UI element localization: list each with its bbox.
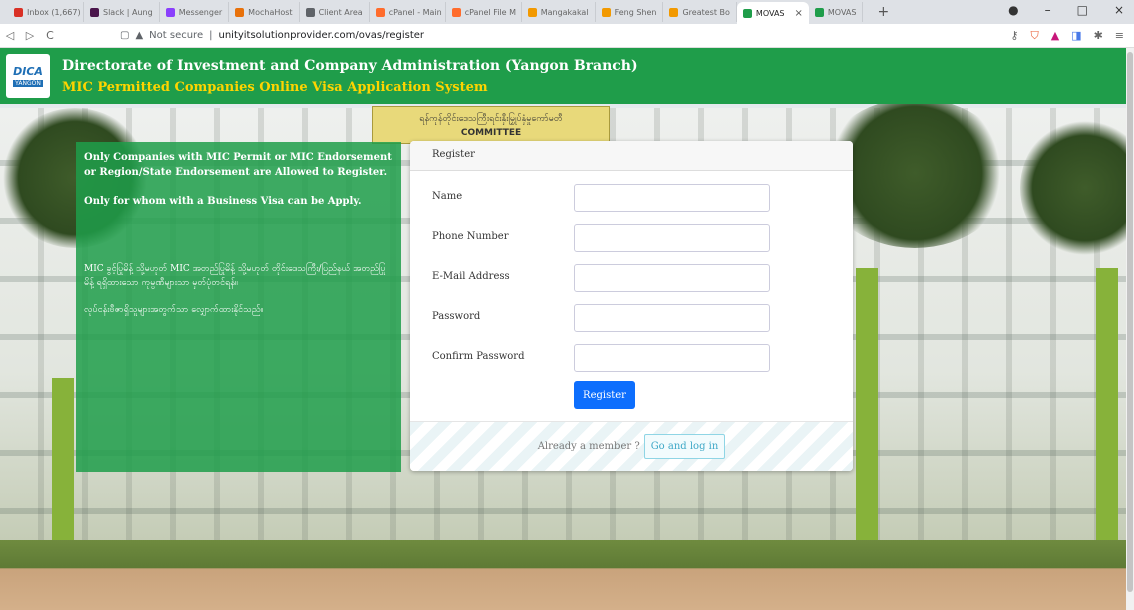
favicon-icon — [814, 7, 824, 17]
warning-icon: ▲ — [135, 30, 144, 41]
ground — [0, 540, 1134, 610]
favicon-icon — [669, 7, 679, 17]
card-footer: Already a member ? Go and log in — [410, 421, 853, 471]
browser-tab[interactable]: cPanel - Main — [370, 2, 446, 22]
building-sign: ရန်ကုန်တိုင်းဒေသကြီးရင်းနှီးမြှုပ်နှံမှု… — [372, 106, 610, 144]
brave-shield-icon[interactable]: ⛉ — [1030, 29, 1038, 43]
extension-icon[interactable]: ◨ — [1071, 29, 1081, 43]
password-label: Password — [432, 311, 481, 322]
email-input[interactable] — [574, 264, 770, 292]
phone-input[interactable] — [574, 224, 770, 252]
form-row-name: Name — [410, 177, 853, 217]
password-input[interactable] — [574, 304, 770, 332]
favicon-icon — [375, 7, 385, 17]
browser-tab[interactable]: Feng Shen — [596, 2, 664, 22]
browser-tab[interactable]: MochaHost — [229, 2, 300, 22]
already-member-text: Already a member ? — [537, 441, 640, 452]
site-header: DICA YANGON Directorate of Investment an… — [0, 48, 1134, 104]
menu-icon[interactable]: ≡ — [1115, 29, 1124, 43]
info-text: Only for whom with a Business Visa can b… — [84, 196, 362, 207]
info-text-mm: MIC ခွင့်ပြုမိန့် သို့မဟုတ် MIC အတည်ပြုမ… — [84, 264, 386, 288]
bookmark-icon[interactable]: ▢ — [120, 30, 129, 41]
favicon-icon — [451, 7, 461, 17]
security-label: Not secure — [149, 30, 204, 41]
omnibox[interactable]: ▢ ▲ Not secure | unityitsolutionprovider… — [120, 30, 880, 41]
toolbar-icons: ⚷ ⛉ ▲ ◨ ✱ ≡ — [1010, 29, 1124, 43]
profile-icon[interactable]: ● — [1008, 3, 1018, 17]
browser-tab[interactable]: Greatest Bo — [663, 2, 737, 22]
address-bar: ◁ ▷ C ▢ ▲ Not secure | unityitsolutionpr… — [0, 24, 1134, 48]
browser-tab[interactable]: Messenger — [160, 2, 230, 22]
favicon-icon — [742, 8, 752, 18]
url-text: unityitsolutionprovider.com/ovas/registe… — [218, 30, 425, 41]
browser-tab[interactable]: MOVAS — [809, 2, 864, 22]
maximize-icon[interactable]: □ — [1077, 3, 1088, 17]
minimize-icon[interactable]: – — [1045, 3, 1051, 17]
building-pillar — [1096, 268, 1118, 548]
name-label: Name — [432, 191, 463, 202]
form-row-phone: Phone Number — [410, 217, 853, 257]
scrollbar-thumb[interactable] — [1127, 52, 1133, 592]
register-card: Register Name Phone Number E-Mail Addres… — [410, 141, 853, 471]
scrollbar[interactable] — [1126, 48, 1134, 610]
email-label: E-Mail Address — [432, 271, 510, 282]
favicon-icon — [165, 7, 175, 17]
dica-logo[interactable]: DICA YANGON — [6, 54, 50, 98]
name-input[interactable] — [574, 184, 770, 212]
browser-tab-bar: Inbox (1,667) Slack | Aung Messenger Moc… — [0, 0, 1134, 24]
phone-label: Phone Number — [432, 231, 509, 242]
info-panel: Only Companies with MIC Permit or MIC En… — [76, 142, 401, 472]
form-row-confirm-password: Confirm Password — [410, 337, 853, 377]
new-tab-button[interactable]: + — [863, 4, 903, 20]
reload-icon[interactable]: C — [40, 29, 60, 42]
login-button[interactable]: Go and log in — [643, 434, 726, 459]
browser-tab-active[interactable]: MOVAS × — [736, 2, 809, 24]
close-window-icon[interactable]: × — [1114, 3, 1124, 17]
confirm-password-input[interactable] — [574, 344, 770, 372]
form-row-password: Password — [410, 297, 853, 337]
favicon-icon — [527, 7, 537, 17]
favicon-icon — [90, 7, 99, 17]
card-heading: Register — [410, 141, 853, 171]
triangle-icon[interactable]: ▲ — [1051, 29, 1059, 43]
favicon-icon — [14, 7, 23, 17]
key-icon[interactable]: ⚷ — [1010, 29, 1018, 43]
browser-tab[interactable]: Slack | Aung — [84, 2, 160, 22]
forward-icon[interactable]: ▷ — [20, 29, 40, 42]
browser-tab[interactable]: Mangakakal — [522, 2, 596, 22]
browser-tab[interactable]: Inbox (1,667) — [8, 2, 84, 22]
page-viewport: ရန်ကုန်တိုင်းဒေသကြီးရင်းနှီးမြှုပ်နှံမှု… — [0, 48, 1134, 610]
building-pillar — [52, 378, 74, 548]
window-controls: ● – □ × — [1008, 3, 1124, 17]
site-title: Directorate of Investment and Company Ad… — [62, 57, 638, 74]
favicon-icon — [235, 7, 245, 17]
puzzle-icon[interactable]: ✱ — [1094, 29, 1103, 43]
browser-tab[interactable]: Client Area — [300, 2, 370, 22]
register-button[interactable]: Register — [574, 381, 635, 409]
site-subtitle: MIC Permitted Companies Online Visa Appl… — [62, 79, 488, 95]
confirm-password-label: Confirm Password — [432, 351, 525, 362]
browser-tab[interactable]: cPanel File M — [446, 2, 522, 22]
info-text-mm: လုပ်ငန်းဗီဇာရှိသူများအတွက်သာ လျှောက်ထားန… — [84, 305, 264, 315]
close-tab-icon[interactable]: × — [795, 8, 803, 19]
building-pillar — [856, 268, 878, 548]
form-row-email: E-Mail Address — [410, 257, 853, 297]
back-icon[interactable]: ◁ — [0, 29, 20, 42]
info-text: Only Companies with MIC Permit or MIC En… — [84, 152, 392, 178]
favicon-icon — [601, 7, 611, 17]
favicon-icon — [305, 7, 315, 17]
